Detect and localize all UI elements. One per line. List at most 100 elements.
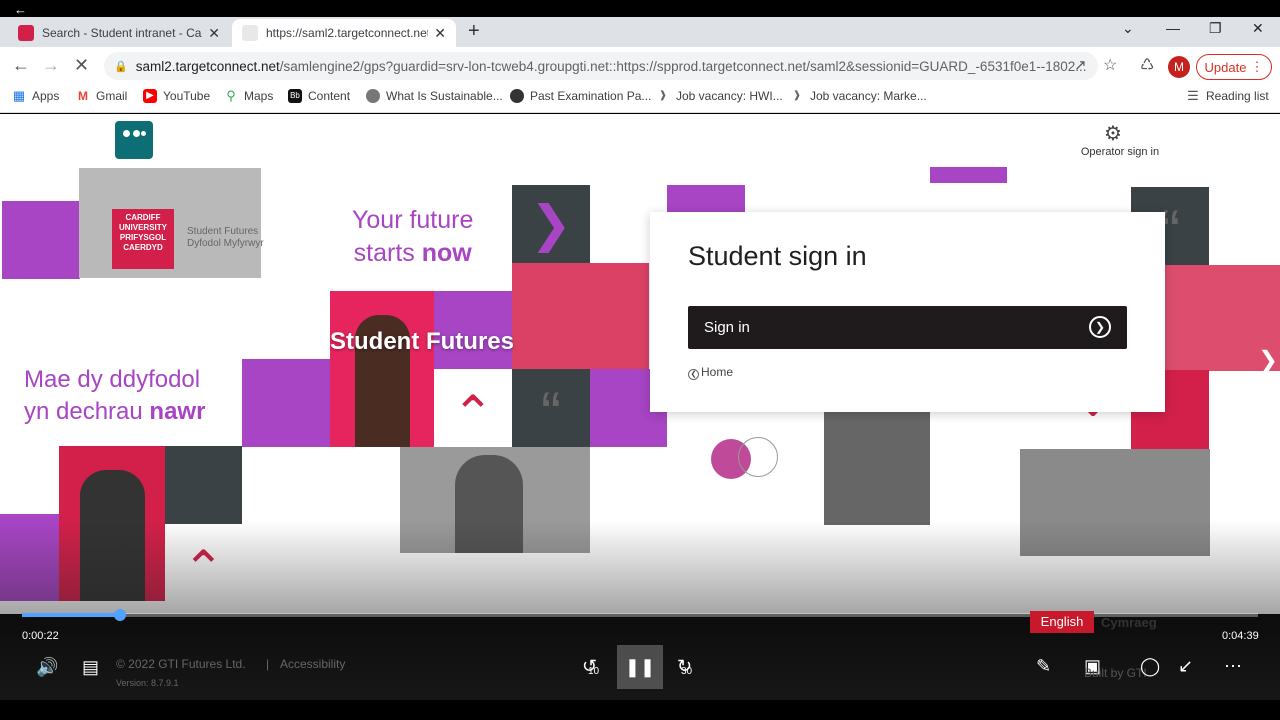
- forward-icon[interactable]: →: [42, 55, 60, 76]
- bookmark-job-marke[interactable]: ❱ Job vacancy: Marke...: [790, 89, 927, 103]
- url-path: /samlengine2/gps?guardid=srv-lon-tcweb4.…: [279, 58, 1087, 74]
- footer-copyright: © 2022 GTI Futures Ltd.: [116, 657, 246, 671]
- tab-title: https://saml2.targetconnect.net/: [266, 26, 429, 40]
- chevron-up-icon: ⌃: [452, 386, 494, 442]
- collage-tile: [165, 446, 242, 524]
- built-by-gti: Built by GTI: [1084, 666, 1147, 680]
- 360-view-icon[interactable]: ◯: [1140, 656, 1160, 677]
- logo-text: CARDIFF: [125, 213, 161, 222]
- bookmark-label: Gmail: [96, 89, 128, 103]
- profile-avatar[interactable]: M: [1168, 56, 1190, 78]
- minimize-icon[interactable]: —: [1166, 20, 1180, 36]
- carousel-next-icon[interactable]: ❯: [1258, 346, 1278, 375]
- url-host: saml2.targetconnect.net: [135, 58, 280, 74]
- chevron-left-circle-icon: ❮: [688, 369, 699, 380]
- tab-search-chevron-icon[interactable]: ⌄: [1122, 20, 1134, 37]
- close-tab-icon[interactable]: ✕: [208, 25, 220, 42]
- close-window-icon[interactable]: ✕: [1252, 20, 1264, 37]
- forward-seconds: 30: [681, 666, 693, 677]
- update-label: Update: [1204, 59, 1247, 75]
- operator-settings-icon[interactable]: ⚙: [1104, 121, 1122, 146]
- student-futures-title: Student Futures: [330, 328, 514, 355]
- bookmark-label: Job vacancy: Marke...: [810, 89, 927, 103]
- footer-version: Version: 8.7.9.1: [116, 678, 179, 688]
- footer-divider: |: [266, 657, 270, 671]
- footer-accessibility-link[interactable]: Accessibility: [280, 657, 345, 671]
- home-link[interactable]: ❮ Home: [688, 365, 733, 380]
- reading-list-label: Reading list: [1206, 89, 1269, 103]
- tagline-line: yn dechrau: [24, 398, 150, 425]
- progress-fill: [22, 613, 120, 617]
- bookmark-star-icon[interactable]: ☆: [1103, 55, 1117, 75]
- graduates-photo-tile: [512, 263, 649, 369]
- back-arrow-icon[interactable]: ←: [14, 2, 27, 17]
- stop-loading-icon[interactable]: ✕: [74, 55, 89, 76]
- progress-scrubber[interactable]: [113, 609, 126, 621]
- back-icon[interactable]: ←: [12, 55, 30, 76]
- total-time: 0:04:39: [1222, 630, 1259, 642]
- address-bar[interactable]: 🔒 saml2.targetconnect.net/samlengine2/gp…: [104, 52, 1098, 80]
- bookmark-label: What Is Sustainable...: [386, 89, 503, 103]
- bookmark-label: Apps: [32, 89, 60, 103]
- restore-icon[interactable]: ❐: [1209, 20, 1222, 37]
- more-options-icon[interactable]: ⋯: [1224, 656, 1242, 677]
- lock-icon: 🔒: [114, 60, 128, 73]
- exit-fullscreen-icon[interactable]: ↙: [1178, 656, 1193, 677]
- rewind-seconds: 10: [588, 666, 600, 677]
- bookmark-label: Maps: [244, 89, 274, 103]
- language-cymraeg[interactable]: Cymraeg: [1101, 615, 1157, 630]
- bookmark-apps[interactable]: ▦ Apps: [12, 89, 60, 104]
- bookmark-job-hwi[interactable]: ❱ Job vacancy: HWI...: [656, 89, 783, 103]
- tab-student-intranet[interactable]: Search - Student intranet - Cardi ✕: [8, 19, 230, 47]
- rewind-icon[interactable]: ↺ 10: [582, 656, 600, 677]
- sign-in-label: Sign in: [704, 319, 750, 336]
- bookmark-maps[interactable]: ⚲ Maps: [224, 88, 274, 104]
- bookmark-youtube[interactable]: ▶ YouTube: [143, 89, 210, 103]
- tagline-line: Mae dy ddyfodol: [24, 366, 201, 393]
- operator-sign-in-label: Operator sign in: [1080, 146, 1160, 158]
- maps-icon: ⚲: [226, 88, 236, 103]
- volume-icon[interactable]: 🔊: [36, 657, 58, 678]
- bookmark-content[interactable]: Bb Content: [288, 89, 350, 103]
- forward-icon[interactable]: ↻ 30: [677, 656, 692, 677]
- language-english[interactable]: English: [1030, 611, 1094, 633]
- bookmark-label: YouTube: [163, 89, 211, 103]
- bookmark-past-exam[interactable]: Past Examination Pa...: [510, 89, 651, 103]
- sub-text: Dyfodol Myfyrwyr: [187, 238, 264, 249]
- site-icon: [510, 89, 524, 103]
- logo-text: CAERDYD: [123, 243, 163, 252]
- collage-tile: [2, 201, 80, 279]
- collage-tile: [242, 359, 330, 447]
- bookmark-gmail[interactable]: M Gmail: [76, 89, 127, 103]
- annotate-pencil-icon[interactable]: ✎: [1036, 656, 1051, 677]
- tab-targetconnect[interactable]: https://saml2.targetconnect.net/ ✕: [232, 19, 456, 47]
- targetconnect-logo[interactable]: [115, 121, 153, 159]
- graduate-photo-tile: [824, 412, 930, 525]
- current-time: 0:00:22: [22, 630, 59, 642]
- cardiff-favicon-icon: [18, 25, 34, 41]
- operator-sign-in[interactable]: Operator sign in: [1078, 146, 1162, 158]
- video-top-bar: [0, 0, 1280, 17]
- sign-in-button[interactable]: Sign in: [688, 306, 1127, 349]
- bookmark-label: Job vacancy: HWI...: [676, 89, 783, 103]
- reading-list[interactable]: ☰ Reading list: [1186, 88, 1269, 104]
- tab-title: Search - Student intranet - Cardi: [42, 26, 203, 40]
- card-title: Student sign in: [688, 241, 867, 271]
- arrow-right-circle-icon: ❯: [1089, 316, 1111, 338]
- page-favicon-icon: [242, 25, 258, 41]
- update-button[interactable]: Update ⋮: [1196, 54, 1272, 80]
- pause-button[interactable]: ❚❚: [617, 645, 663, 689]
- chevron-right-icon: ❯: [512, 185, 590, 263]
- new-tab-plus-icon[interactable]: +: [468, 20, 480, 43]
- reading-list-icon: ☰: [1187, 88, 1199, 103]
- bookmark-sustainable[interactable]: What Is Sustainable...: [366, 89, 503, 103]
- extensions-puzzle-icon[interactable]: ♺: [1140, 55, 1154, 75]
- close-tab-icon[interactable]: ✕: [434, 25, 446, 42]
- quote-mark-icon: “: [512, 369, 590, 447]
- youtube-icon: ▶: [143, 89, 157, 103]
- share-icon[interactable]: ↗: [1074, 56, 1087, 74]
- tagline-line: starts: [353, 239, 422, 267]
- tagline-english: Your future starts now: [352, 204, 473, 270]
- tagline-emphasis: nawr: [149, 398, 206, 425]
- captions-icon[interactable]: ▤: [82, 657, 99, 678]
